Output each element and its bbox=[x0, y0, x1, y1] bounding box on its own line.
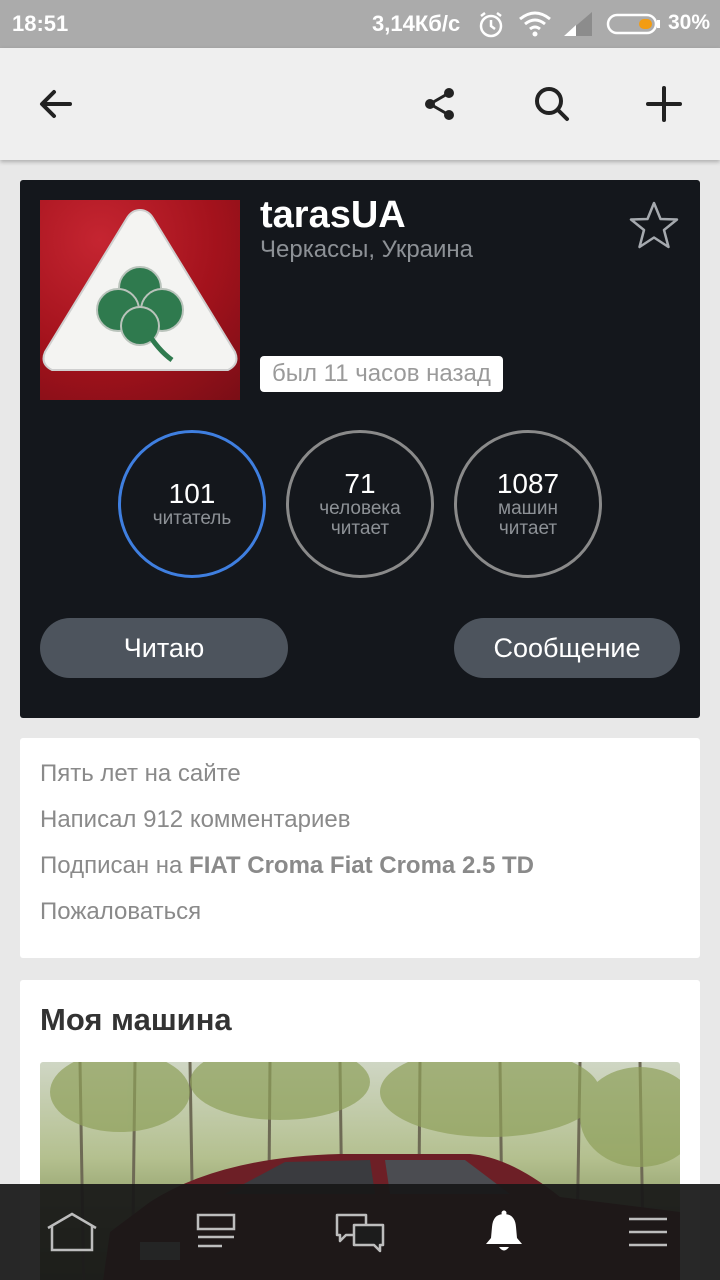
nav-messages[interactable] bbox=[330, 1208, 390, 1256]
search-icon bbox=[535, 87, 569, 121]
stat-label: человека bbox=[319, 498, 401, 519]
nav-home[interactable] bbox=[42, 1208, 102, 1256]
feed-icon bbox=[196, 1213, 236, 1248]
back-button[interactable] bbox=[28, 76, 84, 132]
stat-value: 101 bbox=[168, 478, 216, 509]
battery-icon bbox=[606, 13, 660, 35]
stat-value: 71 bbox=[344, 468, 376, 499]
message-button[interactable]: Сообщение bbox=[454, 618, 680, 678]
back-arrow-icon bbox=[40, 90, 72, 118]
plus-icon bbox=[646, 86, 682, 122]
bottom-navigation bbox=[0, 1184, 720, 1280]
share-icon bbox=[425, 88, 454, 120]
signal-icon bbox=[564, 12, 592, 36]
share-button[interactable] bbox=[412, 76, 468, 132]
my-car-heading: Моя машина bbox=[40, 1002, 232, 1037]
username: tarasUA bbox=[260, 194, 406, 236]
status-time: 18:51 bbox=[12, 11, 69, 36]
years-on-site: Пять лет на сайте bbox=[40, 760, 241, 787]
network-speed: 3,14Кб/с bbox=[372, 11, 461, 36]
stat-label-2: читает bbox=[330, 518, 390, 539]
alarm-icon bbox=[479, 12, 503, 38]
last-seen-badge: был 11 часов назад bbox=[260, 356, 503, 392]
user-location: Черкассы, Украина bbox=[260, 236, 474, 263]
status-bar: 18:51 3,14Кб/с 30% bbox=[0, 0, 720, 48]
cloverleaf-badge-icon bbox=[42, 208, 238, 371]
subscribed-car-link[interactable]: FIAT Croma Fiat Croma 2.5 TD bbox=[189, 852, 534, 879]
wifi-icon bbox=[519, 11, 551, 37]
subscribed-row: Подписан на FIAT Croma Fiat Croma 2.5 TD bbox=[40, 852, 534, 880]
nav-menu[interactable] bbox=[618, 1208, 678, 1256]
notifications-icon bbox=[486, 1210, 522, 1251]
add-button[interactable] bbox=[636, 76, 692, 132]
nav-notifications[interactable] bbox=[474, 1208, 534, 1256]
stat-followers[interactable]: 101 читатель bbox=[118, 430, 266, 578]
comments-count: Написал 912 комментариев bbox=[40, 806, 351, 833]
star-icon[interactable] bbox=[628, 200, 680, 252]
nav-feed[interactable] bbox=[186, 1208, 246, 1256]
follow-button[interactable]: Читаю bbox=[40, 618, 288, 678]
menu-icon bbox=[629, 1217, 667, 1247]
stat-label-2: читает bbox=[498, 518, 558, 539]
stat-value: 1087 bbox=[496, 468, 560, 499]
subscribed-prefix: Подписан на bbox=[40, 852, 183, 879]
stat-label: читатель bbox=[152, 508, 232, 529]
stat-following-people[interactable]: 71 человека читает bbox=[286, 430, 434, 578]
battery-percent: 30% bbox=[668, 11, 711, 34]
profile-info-card: Пять лет на сайте Написал 912 комментари… bbox=[20, 738, 700, 958]
app-bar bbox=[0, 48, 720, 160]
profile-card: tarasUA Черкассы, Украина был 11 часов н… bbox=[20, 180, 700, 718]
search-button[interactable] bbox=[524, 76, 580, 132]
stat-label: машин bbox=[498, 498, 558, 519]
avatar[interactable] bbox=[40, 200, 240, 400]
messages-icon bbox=[335, 1213, 385, 1253]
stat-following-cars[interactable]: 1087 машин читает bbox=[454, 430, 602, 578]
report-link[interactable]: Пожаловаться bbox=[40, 898, 201, 926]
home-icon bbox=[47, 1212, 97, 1252]
